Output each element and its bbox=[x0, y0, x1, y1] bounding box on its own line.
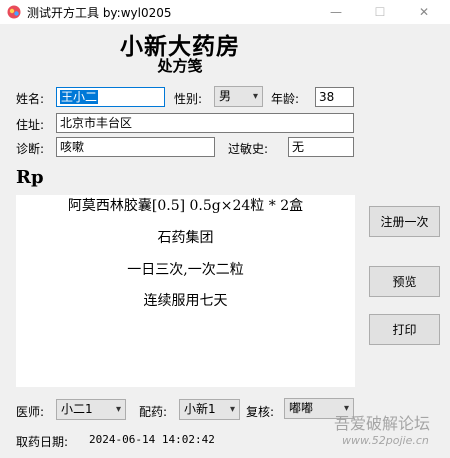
prescription-line: 阿莫西林胶囊[0.5] 0.5g×24粒 * 2盒 bbox=[67, 198, 304, 214]
window-title: 测试开方工具 by:wyl0205 bbox=[27, 6, 172, 20]
diagnosis-value: 咳嗽 bbox=[60, 140, 85, 154]
minimize-button[interactable]: — bbox=[318, 0, 354, 24]
name-field[interactable]: 王小二 bbox=[56, 87, 165, 107]
doctor-select[interactable]: 小二1 ▾ bbox=[56, 399, 126, 420]
review-value: 嘟嘟 bbox=[289, 401, 314, 415]
age-field[interactable]: 38 bbox=[315, 87, 354, 107]
gender-select[interactable]: 男 ▾ bbox=[214, 86, 263, 107]
maximize-button[interactable]: ☐ bbox=[362, 0, 398, 24]
rp-label: Rp bbox=[16, 167, 44, 188]
doctor-value: 小二1 bbox=[61, 402, 93, 416]
form-title: 处方笺 bbox=[157, 57, 203, 75]
watermark-text: 吾爱破解论坛 bbox=[334, 414, 431, 433]
gender-value: 男 bbox=[219, 89, 232, 103]
name-value: 王小二 bbox=[60, 90, 99, 104]
dispense-select[interactable]: 小新1 ▾ bbox=[179, 399, 240, 420]
chevron-down-icon: ▾ bbox=[115, 404, 121, 415]
gender-label: 性别: bbox=[174, 92, 203, 106]
dispense-value: 小新1 bbox=[184, 402, 216, 416]
watermark-url: www.52pojie.cn bbox=[342, 434, 429, 447]
age-value: 38 bbox=[319, 90, 335, 104]
prescription-textarea[interactable]: 阿莫西林胶囊[0.5] 0.5g×24粒 * 2盒 石药集团 一日三次,一次二粒… bbox=[16, 195, 355, 387]
preview-button[interactable]: 预览 bbox=[369, 266, 440, 297]
age-label: 年龄: bbox=[271, 92, 300, 106]
chevron-down-icon: ▾ bbox=[252, 91, 258, 102]
pickup-date-label: 取药日期: bbox=[16, 435, 69, 449]
chevron-down-icon: ▾ bbox=[229, 404, 235, 415]
diagnosis-label: 诊断: bbox=[16, 142, 45, 156]
watermark: 吾爱破解论坛 www.52pojie.cn bbox=[316, 406, 450, 458]
address-field[interactable]: 北京市丰台区 bbox=[56, 113, 354, 133]
pickup-date-value: 2024-06-14 14:02:42 bbox=[89, 433, 215, 446]
title-bar[interactable]: 测试开方工具 by:wyl0205 — ☐ ✕ bbox=[0, 0, 450, 24]
address-value: 北京市丰台区 bbox=[60, 116, 133, 130]
main-window: 测试开方工具 by:wyl0205 — ☐ ✕ 小新大药房 处方笺 姓名: 王小… bbox=[0, 0, 450, 458]
print-button[interactable]: 打印 bbox=[369, 314, 440, 345]
address-label: 住址: bbox=[16, 118, 45, 132]
close-button[interactable]: ✕ bbox=[406, 0, 442, 24]
diagnosis-field[interactable]: 咳嗽 bbox=[56, 137, 215, 157]
doctor-label: 医师: bbox=[16, 405, 45, 419]
review-label: 复核: bbox=[246, 405, 275, 419]
app-icon bbox=[6, 4, 22, 20]
register-button[interactable]: 注册一次 bbox=[369, 206, 440, 237]
allergy-field[interactable]: 无 bbox=[288, 137, 354, 157]
name-label: 姓名: bbox=[16, 92, 45, 106]
dispense-label: 配药: bbox=[139, 405, 168, 419]
prescription-line: 石药集团 bbox=[157, 230, 214, 246]
prescription-line: 连续服用七天 bbox=[143, 293, 228, 309]
allergy-label: 过敏史: bbox=[228, 142, 269, 156]
prescription-line: 一日三次,一次二粒 bbox=[127, 262, 244, 278]
allergy-value: 无 bbox=[292, 140, 305, 154]
